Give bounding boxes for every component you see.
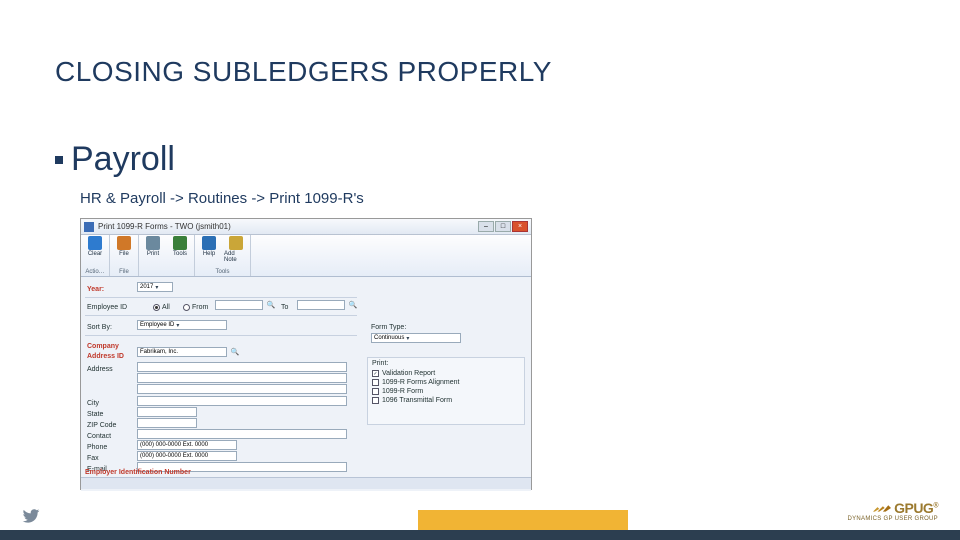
zip-field[interactable] bbox=[137, 418, 197, 428]
addnote-icon bbox=[229, 236, 243, 250]
file-icon bbox=[117, 236, 131, 250]
logo-mark-icon bbox=[873, 503, 891, 513]
brand-logo: GPUG® Dynamics GP User Group bbox=[847, 500, 938, 522]
employee-id-label: Employee ID bbox=[87, 304, 127, 311]
state-field[interactable] bbox=[137, 407, 197, 417]
window-titlebar: Print 1099-R Forms - TWO (jsmith01) – □ … bbox=[81, 219, 531, 235]
address-line1-field[interactable] bbox=[137, 362, 347, 372]
print-option[interactable]: 1099-R Forms Alignment bbox=[372, 379, 520, 386]
bullet-icon bbox=[55, 156, 63, 164]
contact-field[interactable] bbox=[137, 429, 347, 439]
to-employee-field[interactable] bbox=[297, 300, 345, 310]
logo-text: GPUG® bbox=[894, 500, 938, 516]
print-icon bbox=[146, 236, 160, 250]
app-icon bbox=[84, 222, 94, 232]
slide-title: CLOSING SUBLEDGERS PROPERLY bbox=[55, 56, 552, 88]
print-label: Print: bbox=[372, 360, 520, 367]
checkbox-icon[interactable] bbox=[372, 379, 379, 386]
tools-icon bbox=[173, 236, 187, 250]
section-heading: Payroll bbox=[55, 140, 175, 179]
close-button[interactable]: × bbox=[512, 221, 528, 232]
twitter-icon bbox=[22, 507, 40, 530]
ein-label: Employer Identification Number bbox=[85, 469, 191, 476]
company-field[interactable]: Fabrikam, Inc. bbox=[137, 347, 227, 357]
form-type-label: Form Type: bbox=[371, 324, 406, 331]
state-label: State bbox=[87, 411, 103, 418]
maximize-button[interactable]: □ bbox=[495, 221, 511, 232]
window-controls: – □ × bbox=[478, 221, 528, 232]
print-button[interactable]: Print bbox=[141, 236, 165, 257]
file-button[interactable]: File bbox=[112, 236, 136, 257]
logo-subtitle: Dynamics GP User Group bbox=[847, 516, 938, 522]
help-icon bbox=[202, 236, 216, 250]
lookup-icon[interactable]: 🔍 bbox=[231, 348, 239, 356]
form-type-dropdown[interactable]: Continuous bbox=[371, 333, 461, 343]
section-text: Payroll bbox=[71, 140, 175, 179]
print-option[interactable]: Validation Report bbox=[372, 370, 520, 377]
city-field[interactable] bbox=[137, 396, 347, 406]
address-id-label: Address ID bbox=[87, 353, 124, 360]
clear-button[interactable]: Clear bbox=[83, 236, 107, 257]
address-line2-field[interactable] bbox=[137, 373, 347, 383]
address-line3-field[interactable] bbox=[137, 384, 347, 394]
fax-field[interactable]: (000) 000-0000 Ext. 0000 bbox=[137, 451, 237, 461]
ribbon-toolbar: ClearActio…FileFilePrintToolsHelpAdd Not… bbox=[81, 235, 531, 277]
lookup-icon[interactable]: 🔍 bbox=[349, 301, 357, 309]
print-options-panel: Print: Validation Report 1099-R Forms Ali… bbox=[367, 357, 525, 425]
sort-by-dropdown[interactable]: Employee ID bbox=[137, 320, 227, 330]
print-option[interactable]: 1096 Transmittal Form bbox=[372, 397, 520, 404]
company-label: Company bbox=[87, 343, 119, 350]
address-label: Address bbox=[87, 366, 113, 373]
footer-bar bbox=[0, 530, 960, 540]
slide: CLOSING SUBLEDGERS PROPERLY Payroll HR &… bbox=[0, 0, 960, 540]
contact-label: Contact bbox=[87, 433, 111, 440]
form-body: Year: 2017 Employee ID All From 🔍 To bbox=[81, 277, 531, 491]
window-statusbar bbox=[81, 477, 531, 489]
print-option[interactable]: 1099-R Form bbox=[372, 388, 520, 395]
checkbox-icon[interactable] bbox=[372, 397, 379, 404]
scope-all-radio[interactable] bbox=[153, 304, 160, 311]
clear-icon bbox=[88, 236, 102, 250]
help-button[interactable]: Help bbox=[197, 236, 221, 263]
accent-bar bbox=[418, 510, 628, 530]
checkbox-icon[interactable] bbox=[372, 370, 379, 377]
lookup-icon[interactable]: 🔍 bbox=[267, 301, 275, 309]
zip-label: ZIP Code bbox=[87, 422, 116, 429]
year-label: Year: bbox=[87, 286, 104, 293]
sort-by-label: Sort By: bbox=[87, 324, 112, 331]
fax-label: Fax bbox=[87, 455, 99, 462]
phone-label: Phone bbox=[87, 444, 107, 451]
minimize-button[interactable]: – bbox=[478, 221, 494, 232]
breadcrumb: HR & Payroll -> Routines -> Print 1099-R… bbox=[80, 190, 364, 207]
addnote-button[interactable]: Add Note bbox=[224, 236, 248, 263]
window-title: Print 1099-R Forms - TWO (jsmith01) bbox=[98, 222, 478, 231]
from-employee-field[interactable] bbox=[215, 300, 263, 310]
city-label: City bbox=[87, 400, 99, 407]
tools-button[interactable]: Tools bbox=[168, 236, 192, 257]
checkbox-icon[interactable] bbox=[372, 388, 379, 395]
phone-field[interactable]: (000) 000-0000 Ext. 0000 bbox=[137, 440, 237, 450]
app-window: Print 1099-R Forms - TWO (jsmith01) – □ … bbox=[80, 218, 532, 490]
scope-from-radio[interactable] bbox=[183, 304, 190, 311]
year-dropdown[interactable]: 2017 bbox=[137, 282, 173, 292]
slide-footer: GPUG® Dynamics GP User Group bbox=[0, 510, 960, 540]
